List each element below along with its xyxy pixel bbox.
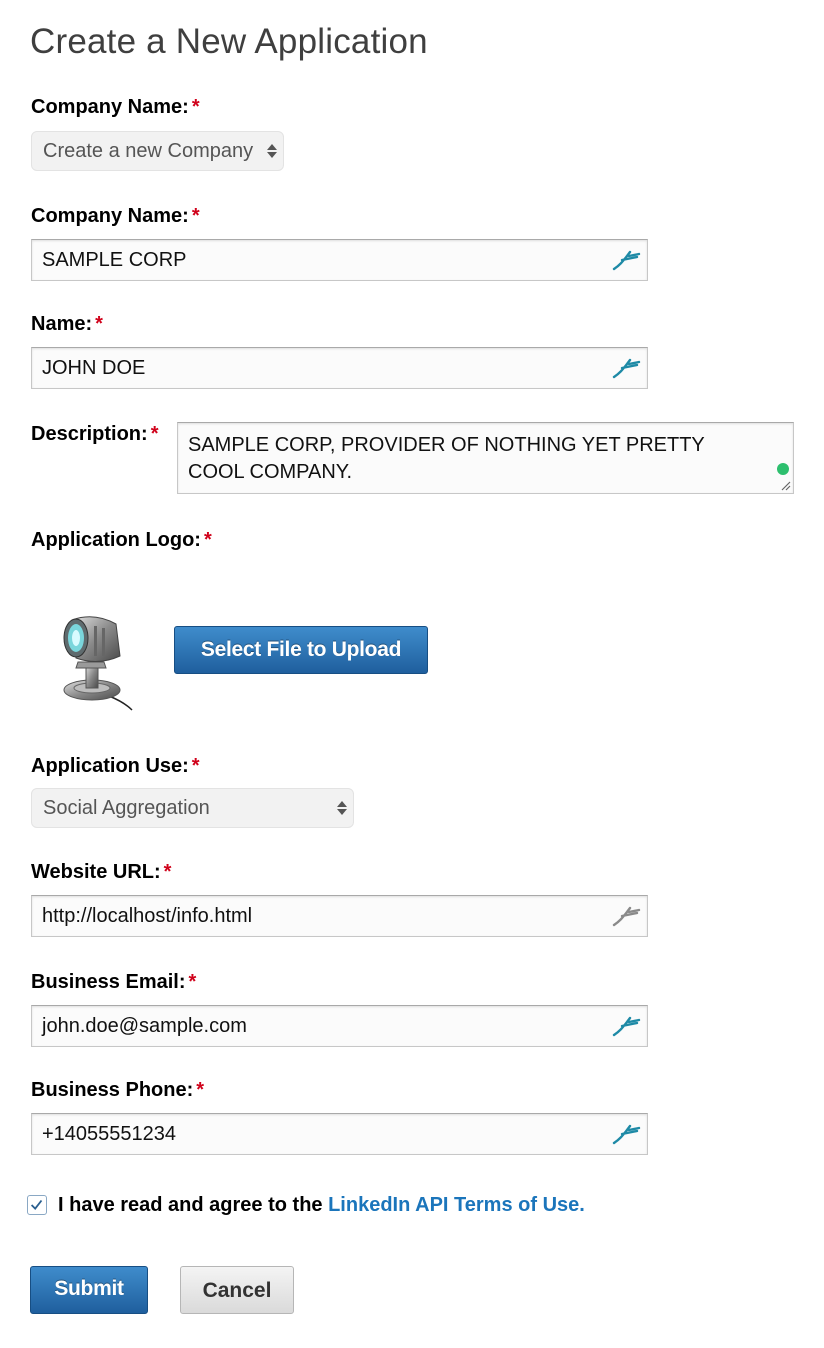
select-file-button[interactable]: Select File to Upload (174, 626, 428, 674)
name-label: Name: * (31, 313, 103, 335)
autofill-icon[interactable] (611, 248, 641, 272)
select-arrows-icon (337, 789, 347, 827)
required-marker: * (163, 861, 172, 883)
company-name-label: Company Name: * (31, 205, 200, 227)
business-phone-label: Business Phone: * (31, 1079, 205, 1101)
terms-link[interactable]: LinkedIn API Terms of Use. (328, 1194, 585, 1216)
required-marker: * (191, 96, 200, 118)
application-use-label: Application Use: * (31, 755, 200, 777)
submit-button[interactable]: Submit (30, 1266, 148, 1314)
checkmark-icon (30, 1199, 43, 1210)
autofill-icon[interactable] (611, 1122, 641, 1146)
autofill-icon[interactable] (611, 1014, 641, 1038)
page-title: Create a New Application (30, 22, 428, 61)
company-select[interactable]: Create a new Company (31, 131, 284, 171)
name-input[interactable]: JOHN DOE (31, 347, 648, 389)
required-marker: * (191, 205, 200, 227)
company-select-label: Company Name: * (31, 96, 200, 118)
website-url-value: http://localhost/info.html (42, 905, 253, 927)
autofill-icon[interactable] (611, 356, 641, 380)
terms-label: I have read and agree to the LinkedIn AP… (58, 1194, 585, 1216)
required-marker: * (196, 1079, 205, 1101)
autofill-icon[interactable] (611, 904, 641, 928)
application-logo-image (63, 616, 133, 711)
description-value: SAMPLE CORP, PROVIDER OF NOTHING YET PRE… (188, 434, 705, 483)
terms-checkbox[interactable] (27, 1195, 47, 1215)
name-value: JOHN DOE (42, 357, 146, 379)
cancel-button[interactable]: Cancel (180, 1266, 294, 1314)
company-select-value: Create a new Company (43, 140, 254, 162)
website-url-input[interactable]: http://localhost/info.html (31, 895, 648, 937)
business-email-value: john.doe@sample.com (42, 1015, 247, 1037)
description-label: Description: * (31, 423, 159, 445)
business-email-input[interactable]: john.doe@sample.com (31, 1005, 648, 1047)
select-arrows-icon (267, 132, 277, 170)
logo-label: Application Logo: * (31, 529, 212, 551)
resize-grip-icon[interactable] (779, 479, 791, 491)
application-use-select[interactable]: Social Aggregation (31, 788, 354, 828)
required-marker: * (95, 313, 103, 335)
required-marker: * (191, 755, 200, 777)
business-phone-input[interactable]: +14055551234 (31, 1113, 648, 1155)
required-marker: * (188, 971, 197, 993)
application-use-value: Social Aggregation (43, 797, 210, 819)
status-dot-icon (777, 463, 789, 475)
description-textarea[interactable]: SAMPLE CORP, PROVIDER OF NOTHING YET PRE… (177, 422, 794, 494)
business-phone-value: +14055551234 (42, 1123, 177, 1145)
required-marker: * (150, 423, 159, 445)
company-name-input[interactable]: SAMPLE CORP (31, 239, 648, 281)
business-email-label: Business Email: * (31, 971, 197, 993)
required-marker: * (203, 529, 212, 551)
website-url-label: Website URL: * (31, 861, 172, 883)
company-name-value: SAMPLE CORP (42, 249, 187, 271)
